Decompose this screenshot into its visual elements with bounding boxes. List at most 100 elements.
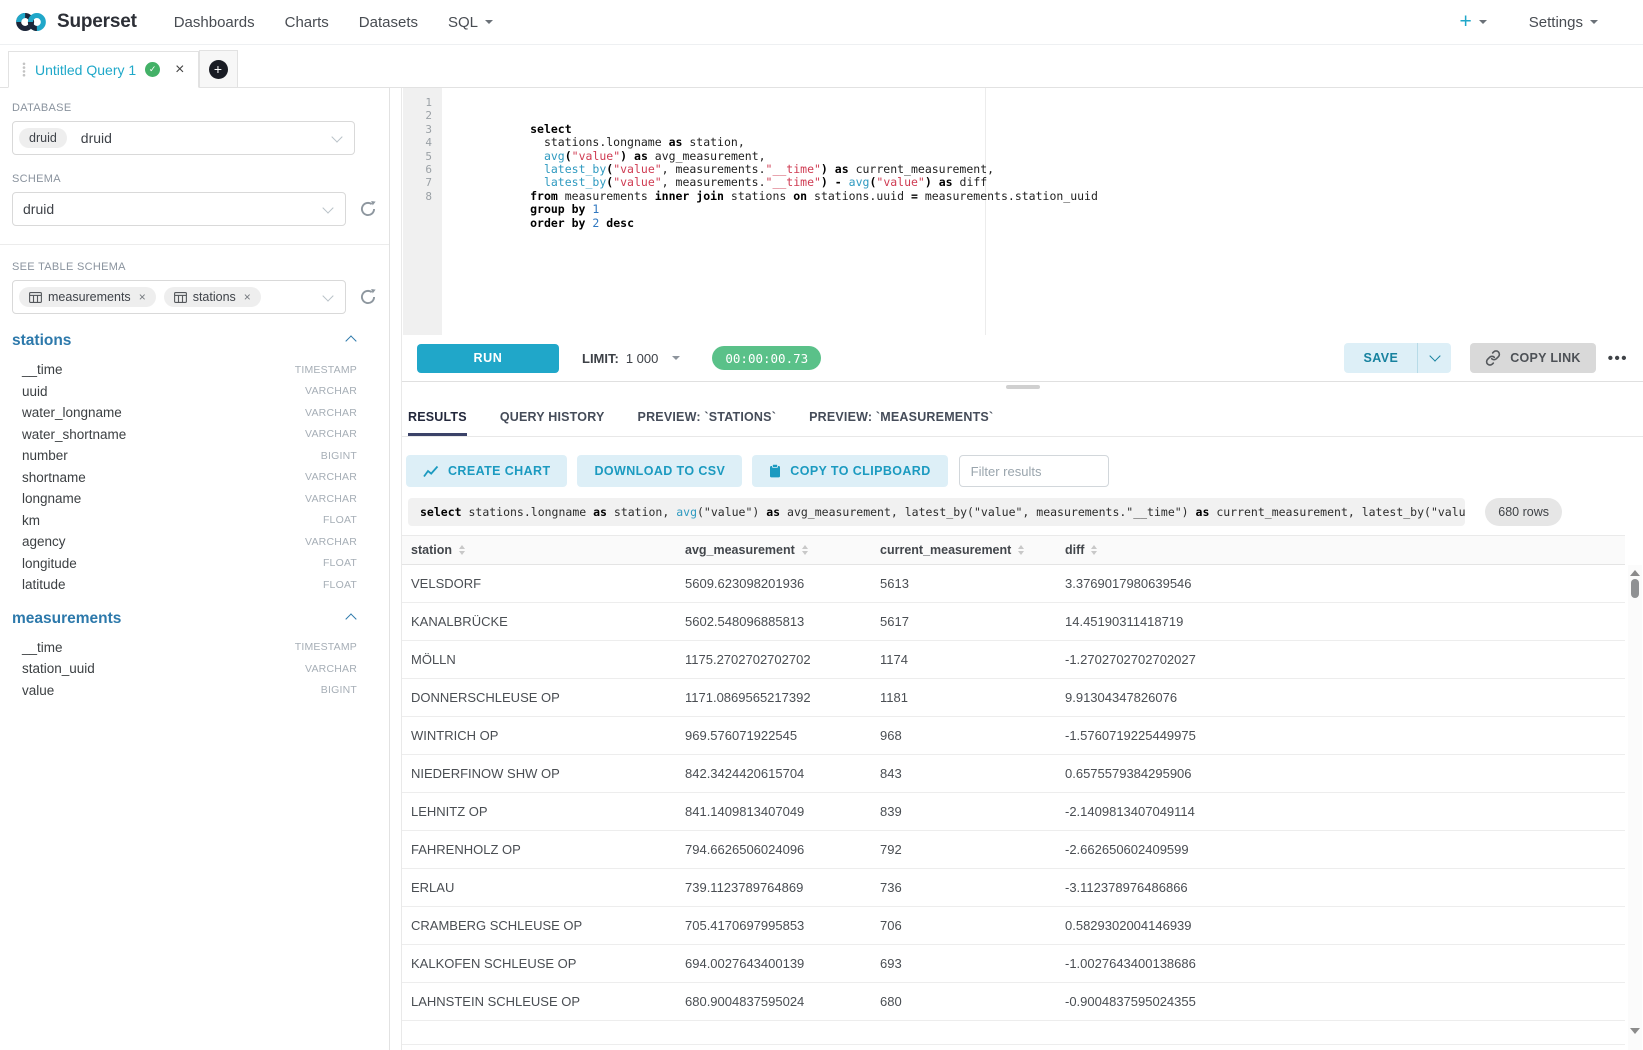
executed-query-preview[interactable]: select stations.longname as station, avg… <box>408 498 1465 526</box>
sql-editor[interactable]: 1 select 2 stations.longname as station, <box>402 88 1643 335</box>
plus-icon: + <box>209 60 228 79</box>
new-item-button[interactable]: + <box>1460 10 1487 34</box>
run-button[interactable]: RUN <box>417 344 559 373</box>
copy-to-clipboard-button[interactable]: COPY TO CLIPBOARD <box>752 455 947 487</box>
remove-tag-icon[interactable]: × <box>139 290 146 304</box>
line-content: avg("value") as avg_measurement, <box>441 123 766 136</box>
tab-results[interactable]: RESULTS <box>408 410 467 436</box>
table-tag-stations[interactable]: stations × <box>164 287 261 307</box>
schema-table-header[interactable]: stations <box>12 332 377 350</box>
more-actions-button[interactable]: ••• <box>1606 350 1630 367</box>
nav-item-charts[interactable]: Charts <box>285 14 329 31</box>
nav-item-sql[interactable]: SQL <box>448 14 493 31</box>
table-schema-sidebar: DATABASE druid druid SCHEMA druid SEE TA <box>0 88 390 1050</box>
nav-item-dashboards[interactable]: Dashboards <box>174 14 255 31</box>
close-tab-icon[interactable]: × <box>175 62 184 78</box>
database-select[interactable]: druid druid <box>12 121 355 155</box>
add-query-tab-button[interactable]: + <box>199 50 238 87</box>
copy-link-button[interactable]: COPY LINK <box>1470 343 1596 373</box>
column-name: longname <box>22 491 81 506</box>
sort-icon[interactable] <box>1018 545 1024 556</box>
cell-current-measurement: 5617 <box>880 614 1065 629</box>
scrollbar-thumb[interactable] <box>1631 579 1639 598</box>
limit-dropdown[interactable]: LIMIT: 1 000 <box>582 351 680 366</box>
schema-select[interactable]: druid <box>12 192 346 226</box>
cell-avg-measurement: 680.9004837595024 <box>685 994 880 1009</box>
column-name: km <box>22 513 40 528</box>
schema-table-section: measurements __time TIMESTAMP stati <box>12 610 377 702</box>
sort-icon[interactable] <box>802 545 808 556</box>
cell-avg-measurement: 794.6626506024096 <box>685 842 880 857</box>
cell-diff: 9.91304347826076 <box>1065 690 1625 705</box>
schema-column-row: station_uuid VARCHAR <box>12 658 377 680</box>
cell-diff: -2.662650602409599 <box>1065 842 1625 857</box>
line-content: group by 1 <box>441 176 599 189</box>
chevron-up-icon[interactable] <box>345 335 356 346</box>
chevron-up-icon[interactable] <box>345 613 356 624</box>
cell-diff: -1.0027643400138686 <box>1065 956 1625 971</box>
line-number: 5 <box>402 150 441 163</box>
schema-table-header[interactable]: measurements <box>12 610 377 628</box>
scroll-up-icon[interactable] <box>1630 570 1640 576</box>
nav-item-datasets[interactable]: Datasets <box>359 14 418 31</box>
splitter-handle-icon[interactable] <box>1006 385 1040 389</box>
table-row: VELSDORF 5609.623098201936 5613 3.376901… <box>402 565 1625 603</box>
line-content: stations.longname as station, <box>441 109 745 122</box>
line-number: 3 <box>402 123 441 136</box>
results-tab-bar: RESULTS QUERY HISTORY PREVIEW: `STATIONS… <box>402 390 1643 437</box>
column-header-avg-measurement[interactable]: avg_measurement <box>685 543 880 557</box>
results-scrollbar[interactable] <box>1628 565 1642 1050</box>
table-tag-measurements[interactable]: measurements × <box>19 287 156 307</box>
tab-query-history[interactable]: QUERY HISTORY <box>500 410 605 436</box>
cell-current-measurement: 839 <box>880 804 1065 819</box>
tab-preview-stations[interactable]: PREVIEW: `STATIONS` <box>638 410 777 436</box>
sql-lab-main: 1 select 2 stations.longname as station, <box>401 88 1643 1050</box>
column-header-current-measurement[interactable]: current_measurement <box>880 543 1065 557</box>
line-content: latest_by("value", measurements."__time"… <box>441 136 994 149</box>
superset-logo[interactable]: Superset <box>14 11 137 33</box>
save-button[interactable]: SAVE <box>1344 343 1417 373</box>
pane-splitter[interactable] <box>402 382 1643 390</box>
tab-preview-measurements[interactable]: PREVIEW: `MEASUREMENTS` <box>809 410 993 436</box>
column-type: FLOAT <box>323 514 357 526</box>
cell-station: NIEDERFINOW SHW OP <box>402 766 685 781</box>
cell-avg-measurement: 739.1123789764869 <box>685 880 880 895</box>
cell-current-measurement: 843 <box>880 766 1065 781</box>
refresh-schema-icon[interactable] <box>359 200 377 218</box>
create-chart-button[interactable]: CREATE CHART <box>406 455 567 487</box>
refresh-tables-icon[interactable] <box>359 288 377 306</box>
column-header-diff[interactable]: diff <box>1065 543 1625 557</box>
cell-station: FAHRENHOLZ OP <box>402 842 685 857</box>
sort-icon[interactable] <box>459 545 465 556</box>
cell-diff: -1.2702702702702027 <box>1065 652 1625 667</box>
chevron-down-icon <box>485 20 493 24</box>
superset-infinity-icon <box>14 11 48 33</box>
query-tab-active[interactable]: Untitled Query 1 ✓ × <box>8 51 199 88</box>
cell-current-measurement: 706 <box>880 918 1065 933</box>
sort-icon[interactable] <box>1091 545 1097 556</box>
code-line: 4 latest_by("value", measurements."__tim… <box>402 136 1643 149</box>
cell-station: KANALBRÜCKE <box>402 614 685 629</box>
line-number: 1 <box>402 96 441 109</box>
schema-column-row: value BIGINT <box>12 680 377 702</box>
code-line: 2 stations.longname as station, <box>402 109 1643 122</box>
cell-diff: -2.1409813407049114 <box>1065 804 1625 819</box>
schema-column-list: __time TIMESTAMP uuid VARCHAR water_long… <box>12 359 377 596</box>
column-name: latitude <box>22 577 66 592</box>
save-dropdown-button[interactable] <box>1418 343 1451 373</box>
settings-menu[interactable]: Settings <box>1529 14 1598 31</box>
code-line: 5 latest_by("value", measurements."__tim… <box>402 150 1643 163</box>
results-pane: RESULTS QUERY HISTORY PREVIEW: `STATIONS… <box>402 390 1643 1050</box>
column-header-station[interactable]: station <box>402 543 685 557</box>
download-csv-button[interactable]: DOWNLOAD TO CSV <box>577 455 742 487</box>
cell-avg-measurement: 842.3424420615704 <box>685 766 880 781</box>
chevron-down-icon <box>322 202 333 213</box>
scroll-down-icon[interactable] <box>1630 1028 1640 1034</box>
divider <box>0 244 389 245</box>
filter-results-input[interactable] <box>959 455 1109 487</box>
results-table-header: station avg_measurement current_measurem… <box>402 535 1625 565</box>
cell-station: CRAMBERG SCHLEUSE OP <box>402 918 685 933</box>
table-row-partial <box>402 1021 1625 1045</box>
table-schema-select[interactable]: measurements × stations × <box>12 280 346 314</box>
remove-tag-icon[interactable]: × <box>244 290 251 304</box>
